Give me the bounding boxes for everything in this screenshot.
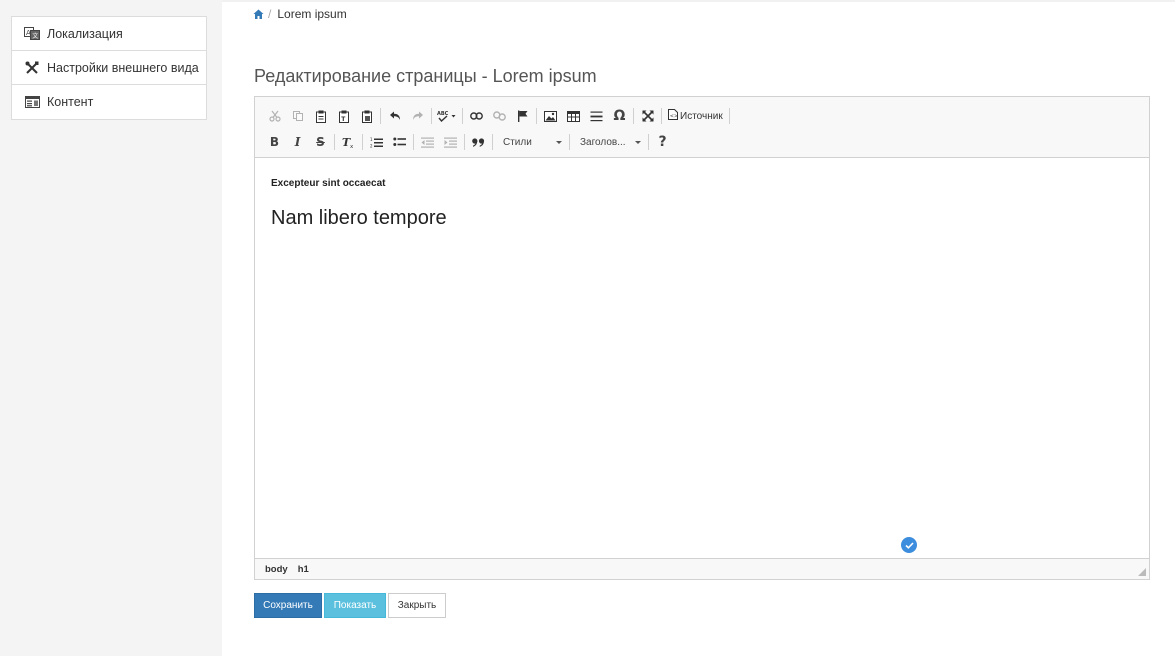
toolbar-row-1: T ABC Ω <> Источник: [263, 103, 1149, 129]
sidebar-item-appearance[interactable]: Настройки внешнего вида: [12, 51, 206, 85]
copy-icon[interactable]: [286, 105, 309, 127]
source-icon: <>: [668, 107, 678, 125]
sidebar-item-label: Локализация: [47, 26, 123, 41]
localization-icon: A文: [24, 27, 40, 41]
content-paragraph[interactable]: Excepteur sint occaecat: [271, 178, 1133, 189]
cut-icon[interactable]: [263, 105, 286, 127]
toolbar-separator: [569, 134, 570, 150]
maximize-icon[interactable]: [636, 105, 659, 127]
outdent-icon[interactable]: [416, 131, 439, 153]
undo-icon[interactable]: [383, 105, 406, 127]
sidebar: A文 Локализация Настройки внешнего вида К…: [11, 16, 207, 120]
format-dropdown[interactable]: Заголов...: [572, 131, 646, 153]
toolbar-separator: [334, 134, 335, 150]
page-title: Редактирование страницы - Lorem ipsum: [254, 66, 597, 86]
action-buttons: Сохранить Показать Закрыть: [254, 593, 448, 618]
element-path-body[interactable]: body: [265, 564, 288, 575]
toolbar-separator: [536, 108, 537, 124]
toolbar-row-2: B I S Tx 12 Стили Заголов... ?: [263, 129, 1149, 155]
toolbar-separator: [413, 134, 414, 150]
bulleted-list-icon[interactable]: [388, 131, 411, 153]
content-icon: [24, 95, 40, 109]
breadcrumb-separator: /: [268, 7, 272, 21]
toolbar-separator: [661, 108, 662, 124]
svg-text:文: 文: [32, 32, 38, 40]
rich-text-editor: T ABC Ω <> Источник B I S T x 1 2 Стили …: [254, 96, 1150, 580]
anchor-flag-icon[interactable]: [511, 105, 534, 127]
sidebar-item-content[interactable]: Контент: [12, 85, 206, 119]
home-icon[interactable]: [253, 9, 264, 20]
link-icon[interactable]: [465, 105, 488, 127]
horizontal-rule-icon[interactable]: [585, 105, 608, 127]
tools-icon: [24, 61, 40, 75]
show-button[interactable]: Показать: [324, 593, 386, 618]
paste-icon[interactable]: [309, 105, 332, 127]
breadcrumb: / Lorem ipsum: [253, 7, 347, 21]
toolbar-separator: [380, 108, 381, 124]
styles-dropdown[interactable]: Стили: [495, 131, 567, 153]
help-icon[interactable]: ?: [651, 131, 674, 153]
sidebar-item-label: Контент: [47, 95, 94, 109]
toolbar-separator: [648, 134, 649, 150]
svg-text:x: x: [350, 144, 354, 148]
content-heading[interactable]: Nam libero tempore: [271, 207, 1133, 230]
toolbar-separator: [362, 134, 363, 150]
image-icon[interactable]: [539, 105, 562, 127]
table-icon[interactable]: [562, 105, 585, 127]
blockquote-icon[interactable]: [467, 131, 490, 153]
redo-icon[interactable]: [406, 105, 429, 127]
spellcheck-icon[interactable]: ABC: [434, 105, 460, 127]
strikethrough-icon[interactable]: S: [309, 131, 332, 153]
toolbar-separator: [492, 134, 493, 150]
source-label: Источник: [680, 110, 723, 122]
svg-text:1: 1: [370, 137, 373, 142]
close-button[interactable]: Закрыть: [388, 593, 446, 618]
breadcrumb-current: Lorem ipsum: [277, 7, 347, 21]
editor-toolbar: T ABC Ω <> Источник B I S T x 1 2 Стили …: [255, 97, 1149, 158]
toolbar-separator: [431, 108, 432, 124]
italic-icon[interactable]: I: [286, 131, 309, 153]
source-button[interactable]: <> Источник: [664, 105, 727, 127]
chevron-down-icon: [556, 140, 562, 144]
special-char-icon[interactable]: Ω: [608, 105, 631, 127]
paste-word-icon[interactable]: [355, 105, 378, 127]
toolbar-separator: [633, 108, 634, 124]
resize-grip-icon[interactable]: [1138, 568, 1146, 576]
unlink-icon[interactable]: [488, 105, 511, 127]
sidebar-item-localization[interactable]: A文 Локализация: [12, 17, 206, 51]
numbered-list-icon[interactable]: 12: [365, 131, 388, 153]
svg-text:<>: <>: [670, 114, 678, 120]
element-path-h1[interactable]: h1: [298, 564, 309, 575]
check-icon[interactable]: [901, 537, 917, 553]
chevron-down-icon: [635, 140, 641, 144]
format-dropdown-label: Заголов...: [580, 136, 626, 148]
editor-status-bar: body h1: [255, 558, 1149, 579]
toolbar-separator: [462, 108, 463, 124]
toolbar-separator: [728, 108, 730, 124]
bold-icon[interactable]: B: [263, 131, 286, 153]
top-divider: [222, 0, 1175, 2]
styles-dropdown-label: Стили: [503, 136, 532, 148]
toolbar-separator: [464, 134, 465, 150]
paste-text-icon[interactable]: T: [332, 105, 355, 127]
remove-format-icon[interactable]: Tx: [337, 131, 360, 153]
indent-icon[interactable]: [439, 131, 462, 153]
save-button[interactable]: Сохранить: [254, 593, 322, 618]
svg-text:2: 2: [370, 143, 373, 148]
editor-content-area[interactable]: Excepteur sint occaecat Nam libero tempo…: [255, 158, 1149, 558]
sidebar-item-label: Настройки внешнего вида: [47, 60, 199, 75]
